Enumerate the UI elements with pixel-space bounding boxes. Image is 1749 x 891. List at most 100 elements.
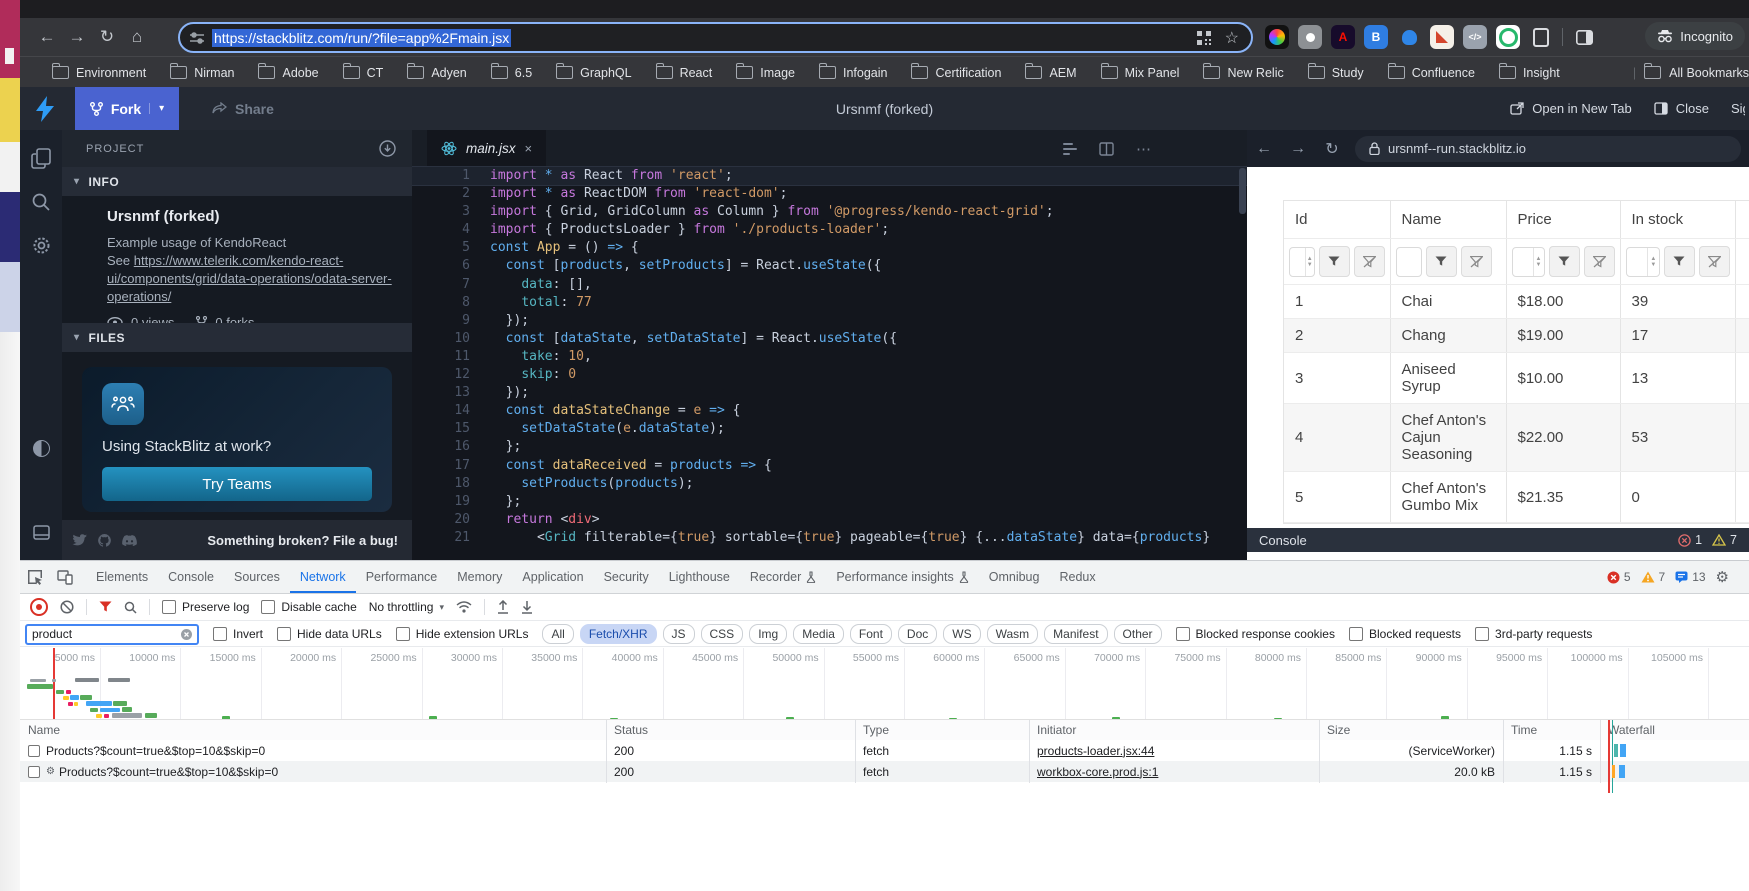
clipboard-extension-icon[interactable] [1529, 25, 1553, 49]
preview-console-bar[interactable]: Console 1 7 [1247, 528, 1749, 552]
throttling-select[interactable]: No throttling▾ [369, 600, 444, 614]
more-actions-icon[interactable]: ⋯ [1136, 140, 1152, 158]
blocked-requests-checkbox[interactable]: Blocked requests [1349, 627, 1461, 641]
file-bug-link[interactable]: Something broken? File a bug! [207, 533, 402, 548]
filter-pill-css[interactable]: CSS [701, 624, 744, 644]
side-panel-icon[interactable] [1572, 25, 1596, 49]
tag-extension-icon[interactable]: B [1364, 25, 1388, 49]
filter-input[interactable]: product [25, 624, 199, 645]
theme-toggle-icon[interactable] [20, 440, 62, 457]
bookmark-item[interactable]: React [648, 64, 721, 82]
filter-pill-all[interactable]: All [542, 624, 573, 644]
request-checkbox[interactable] [28, 766, 40, 778]
url-text[interactable]: https://stackblitz.com/run/?file=app%2Fm… [212, 29, 511, 47]
code-line[interactable]: 13 }); [412, 384, 1247, 402]
requests-column-header[interactable]: Size [1319, 720, 1503, 740]
code-line[interactable]: 7 data: [], [412, 276, 1247, 294]
bookmark-item[interactable]: Mix Panel [1093, 64, 1188, 82]
filter-button[interactable] [1664, 246, 1695, 277]
bookmark-star-icon[interactable]: ☆ [1225, 28, 1239, 48]
devtools-warnings-badge[interactable]: 7 [1641, 570, 1666, 584]
bookmark-item[interactable]: GraphQL [548, 64, 639, 82]
try-teams-button[interactable]: Try Teams [102, 467, 372, 501]
devtools-issues-badge[interactable]: 13 [1675, 570, 1705, 584]
preview-back-icon[interactable]: ← [1247, 140, 1281, 158]
bookmark-item[interactable]: Adobe [250, 64, 326, 82]
bookmark-item[interactable]: New Relic [1195, 64, 1291, 82]
network-overview-timeline[interactable]: 5000 ms10000 ms15000 ms20000 ms25000 ms3… [20, 648, 1749, 720]
bookmark-item[interactable]: Insight [1491, 64, 1568, 82]
bookmark-item[interactable]: Environment [44, 64, 154, 82]
grid-row[interactable]: 5Chef Anton's Gumbo Mix$21.350 [1284, 472, 1749, 523]
hide-data-urls-checkbox[interactable]: Hide data URLs [277, 627, 382, 641]
close-button[interactable]: Close [1654, 101, 1709, 116]
code-line[interactable]: 10 const [dataState, setDataState] = Rea… [412, 330, 1247, 348]
code-extension-icon[interactable]: </> [1463, 25, 1487, 49]
grid-row[interactable]: 1Chai$18.0039 [1284, 285, 1749, 319]
requests-column-header[interactable]: Waterfall [1600, 720, 1749, 740]
bookmark-item[interactable]: Certification [903, 64, 1009, 82]
export-har-icon[interactable] [521, 600, 533, 614]
column-separator[interactable] [855, 720, 856, 783]
numeric-spinner[interactable]: ▲▼ [1533, 248, 1544, 276]
request-row[interactable]: ⚙Products?$count=true&$top=10&$skip=0200… [20, 761, 1749, 782]
tab-main-jsx[interactable]: main.jsx × [427, 130, 546, 167]
adobe-extension-icon[interactable]: A [1331, 25, 1355, 49]
requests-column-header[interactable]: Type [855, 720, 1029, 740]
incognito-badge[interactable]: Incognito [1645, 22, 1745, 50]
filter-pill-wasm[interactable]: Wasm [987, 624, 1039, 644]
preserve-log-checkbox[interactable]: Preserve log [162, 600, 249, 614]
bookmark-item[interactable]: CT [335, 64, 392, 82]
disable-cache-checkbox[interactable]: Disable cache [261, 600, 356, 614]
devtools-tab-elements[interactable]: Elements [86, 561, 158, 593]
code-line[interactable]: 19 }; [412, 493, 1247, 511]
bookmark-item[interactable]: Confluence [1380, 64, 1483, 82]
code-line[interactable]: 8 total: 77 [412, 294, 1247, 312]
github-icon[interactable] [97, 534, 112, 547]
code-area[interactable]: 1import * as React from 'react';2import … [412, 167, 1247, 547]
devtools-tab-application[interactable]: Application [512, 561, 593, 593]
settings-gear-icon[interactable] [20, 235, 62, 256]
devtools-tab-security[interactable]: Security [594, 561, 659, 593]
home-icon[interactable]: ⌂ [122, 27, 152, 47]
devtools-tab-console[interactable]: Console [158, 561, 224, 593]
third-party-checkbox[interactable]: 3rd-party requests [1475, 627, 1592, 641]
filter-button[interactable] [1426, 246, 1457, 277]
devtools-tab-redux[interactable]: Redux [1049, 561, 1105, 593]
code-line[interactable]: 21 <Grid filterable={true} sortable={tru… [412, 529, 1247, 547]
import-har-icon[interactable] [497, 600, 509, 614]
devtools-tab-performance[interactable]: Performance [356, 561, 448, 593]
column-separator[interactable] [606, 720, 607, 783]
fork-dropdown-chevron[interactable]: ▾ [149, 103, 164, 114]
code-line[interactable]: 3import { Grid, GridColumn as Column } f… [412, 203, 1247, 221]
filter-toggle-icon[interactable] [99, 601, 112, 613]
filter-pill-fetchxhr[interactable]: Fetch/XHR [580, 624, 657, 644]
code-line[interactable]: 18 setProducts(products); [412, 475, 1247, 493]
grid-filter-input[interactable]: ▲▼ [1512, 247, 1545, 277]
request-initiator-link[interactable]: products-loader.jsx:44 [1037, 744, 1154, 758]
code-line[interactable]: 16 }; [412, 438, 1247, 456]
pinwheel-extension-icon[interactable] [1265, 25, 1289, 49]
files-panel-icon[interactable] [20, 148, 62, 170]
grid-column-header[interactable]: Price [1506, 201, 1620, 239]
column-separator[interactable] [1029, 720, 1030, 783]
devtools-errors-badge[interactable]: 5 [1607, 570, 1631, 584]
hide-extension-urls-checkbox[interactable]: Hide extension URLs [396, 627, 529, 641]
clear-filter-button[interactable] [1699, 246, 1730, 277]
column-separator[interactable] [1319, 720, 1320, 783]
grid-filter-input[interactable] [1396, 247, 1422, 277]
prettier-icon[interactable] [1063, 142, 1077, 156]
inspect-element-icon[interactable] [20, 569, 50, 585]
numeric-spinner[interactable]: ▲▼ [1305, 248, 1314, 276]
devtools-tab-omnibug[interactable]: Omnibug [979, 561, 1050, 593]
bookmark-item[interactable]: AEM [1017, 64, 1084, 82]
files-section-header[interactable]: ▾ FILES [62, 323, 412, 352]
requests-column-header[interactable]: Name [20, 720, 606, 740]
blocked-cookies-checkbox[interactable]: Blocked response cookies [1176, 627, 1335, 641]
project-link[interactable]: https://www.telerik.com/kendo-react-ui/c… [107, 253, 392, 304]
code-line[interactable]: 5const App = () => { [412, 239, 1247, 257]
discord-icon[interactable] [122, 534, 137, 547]
devtools-tab-sources[interactable]: Sources [224, 561, 290, 593]
all-bookmarks[interactable]: | All Bookmarks [1633, 66, 1749, 80]
preview-forward-icon[interactable]: → [1281, 140, 1315, 158]
